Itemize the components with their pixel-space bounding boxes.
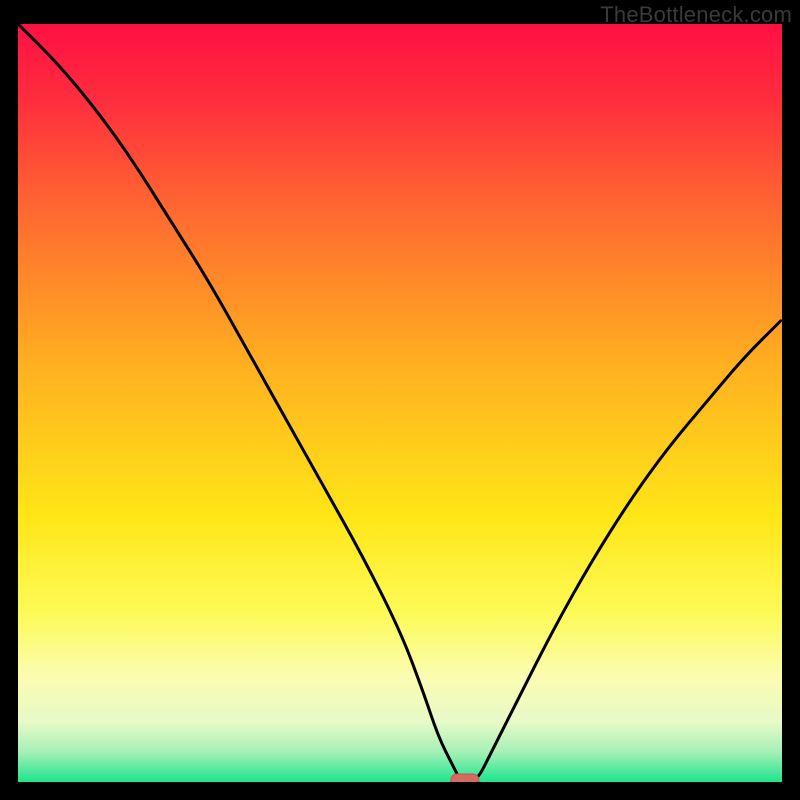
chart-frame: TheBottleneck.com <box>0 0 800 800</box>
bottleneck-chart <box>18 24 782 782</box>
watermark-text: TheBottleneck.com <box>600 2 792 28</box>
plot-area <box>18 24 782 782</box>
optimal-marker <box>451 774 479 782</box>
gradient-background <box>18 24 782 782</box>
